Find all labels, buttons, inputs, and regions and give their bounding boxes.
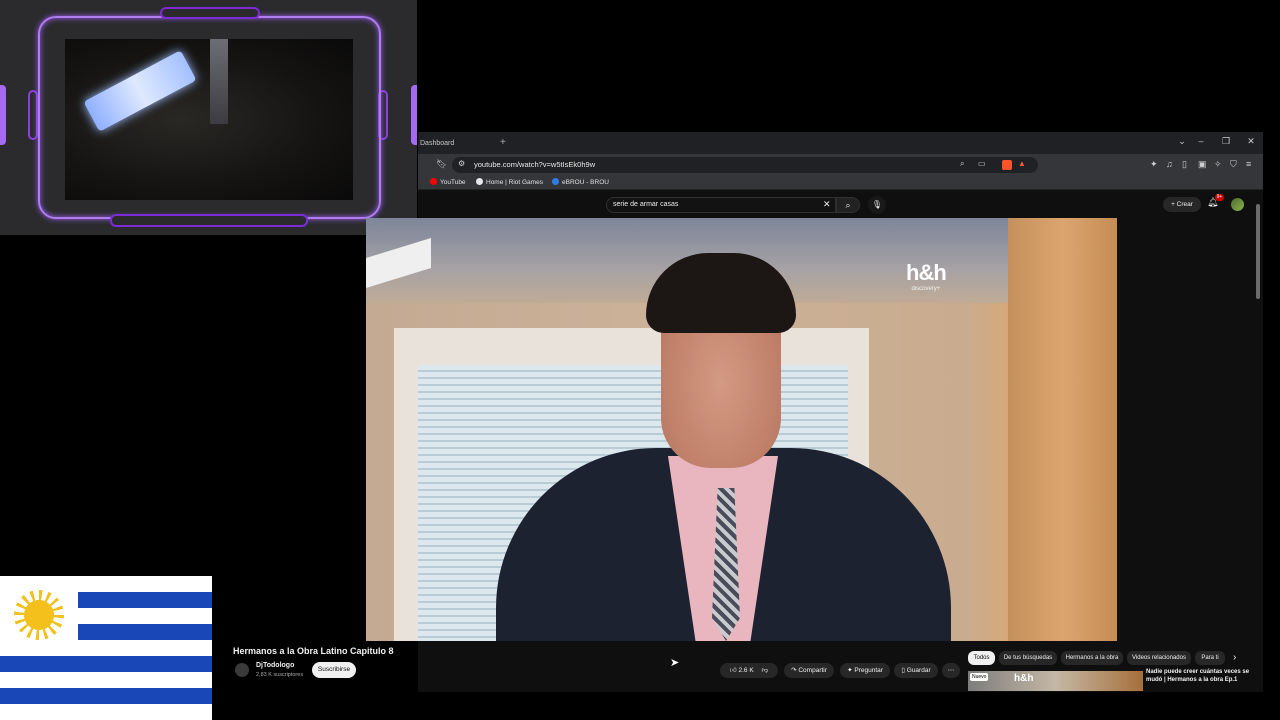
overlay-side-accent-left — [0, 85, 6, 145]
channel-watermark: h&h discovery+ — [906, 260, 947, 292]
video-scene-wall — [1008, 218, 1117, 641]
flag-stripe — [0, 688, 212, 704]
address-bar[interactable]: ⚙ youtube.com/watch?v=w5tIsEk0h9w ⌕ ▭ ▲ — [452, 157, 1038, 173]
chip-related[interactable]: Videos relacionados — [1127, 651, 1191, 665]
webcam-overlay — [0, 0, 417, 235]
chevron-down-icon[interactable]: ⌄ — [1175, 136, 1189, 147]
like-count[interactable]: 2.6 K — [739, 667, 754, 674]
video-player[interactable]: h&h discovery+ — [366, 218, 1117, 641]
cast-icon[interactable]: ▭ — [978, 159, 986, 168]
search-button[interactable]: ⌕ — [836, 197, 860, 213]
more-icon: ⋯ — [947, 667, 955, 674]
new-badge: Nuevo — [970, 673, 989, 681]
notification-badge: 9+ — [1215, 194, 1224, 201]
new-tab-button[interactable]: + — [500, 137, 506, 148]
ask-button[interactable]: ✦ Preguntar — [840, 663, 890, 678]
chip-hermanos[interactable]: Hermanos a la obra — [1061, 651, 1123, 665]
more-button[interactable]: ⋯ — [942, 663, 960, 678]
tab-dashboard[interactable]: Dashboard — [418, 134, 496, 154]
create-label: Crear — [1176, 201, 1193, 208]
brou-icon — [552, 178, 559, 185]
search-input[interactable]: serie de armar casas ✕ — [606, 197, 836, 213]
brave-shield-icon[interactable] — [1002, 160, 1012, 170]
flag-canton — [0, 576, 78, 656]
youtube-header: serie de armar casas ✕ ⌕ 🎙︎ + Crear 🔔︎ 9… — [418, 191, 1263, 218]
bookmark-label: eBROU - BROU — [562, 179, 609, 186]
uruguay-flag — [0, 576, 212, 720]
vpn-icon[interactable]: ⛉ — [1230, 159, 1237, 170]
wallet-icon[interactable]: ▣ — [1198, 159, 1207, 170]
bookmark-label: YouTube — [440, 179, 466, 186]
mouse-cursor-icon: ➤ — [670, 657, 680, 669]
tab-strip: Dashboard + ⌄ – ❐ ✕ — [418, 132, 1263, 154]
create-button[interactable]: + Crear — [1163, 197, 1201, 212]
youtube-icon — [430, 178, 437, 185]
browser-toolbar: 🔖︎ ⚙ youtube.com/watch?v=w5tIsEk0h9w ⌕ ▭… — [418, 154, 1263, 176]
webcam-keyboard — [83, 50, 197, 132]
search-value: serie de armar casas — [613, 201, 679, 208]
riot-icon — [476, 178, 483, 185]
clear-icon[interactable]: ✕ — [823, 199, 831, 210]
voice-search-button[interactable]: 🎙︎ — [868, 196, 886, 214]
save-label: Guardar — [906, 667, 931, 674]
chip-all[interactable]: Todos — [968, 651, 995, 665]
webcam-monitor-edge — [210, 39, 228, 124]
webcam-feed — [65, 39, 353, 200]
close-icon[interactable]: ✕ — [1244, 136, 1258, 147]
channel-avatar[interactable] — [235, 663, 249, 677]
like-icon[interactable]: 👍︎ — [730, 667, 739, 674]
overlay-side-accent-right — [411, 85, 417, 145]
subscribe-button[interactable]: Suscribirse — [312, 662, 356, 678]
ai-icon[interactable]: ✧ — [1214, 159, 1222, 170]
channel-name[interactable]: DjTodologo — [256, 662, 294, 669]
thumbnail-logo: h&h — [1014, 673, 1034, 684]
ask-label: Preguntar — [854, 667, 883, 674]
dislike-icon[interactable]: 👎︎ — [762, 667, 769, 674]
mic-icon: 🎙︎ — [871, 200, 883, 209]
video-title: Hermanos a la Obra Latino Capitulo 8 — [233, 646, 394, 656]
flag-stripe — [0, 656, 212, 672]
like-dislike-group: 👍︎ 2.6 K 👎︎ — [720, 663, 778, 678]
extensions-icon[interactable]: ✦ — [1150, 159, 1158, 170]
url-text: youtube.com/watch?v=w5tIsEk0h9w — [474, 160, 596, 169]
sun-of-may-icon — [14, 590, 64, 640]
overlay-bottom-bar — [110, 214, 308, 227]
bookmark-riot-games[interactable]: Home | Riot Games — [476, 178, 543, 186]
recommendation-title[interactable]: Nadie puede creer cuántas veces se mudó … — [1146, 669, 1250, 684]
restore-icon[interactable]: ❐ — [1219, 136, 1233, 147]
watermark-sub: discovery+ — [911, 286, 941, 292]
share-label: Compartir — [798, 667, 827, 674]
sidebar-icon[interactable]: ▯ — [1182, 159, 1187, 170]
music-icon[interactable]: ♫ — [1166, 159, 1173, 169]
chevron-right-icon[interactable]: › — [1233, 652, 1236, 663]
overlay-side-bracket-left — [28, 90, 38, 140]
recommendation-thumbnail[interactable]: Nuevo h&h — [968, 671, 1143, 691]
site-info-icon[interactable]: ⚙ — [458, 159, 465, 168]
watermark-logo: h&h — [906, 260, 947, 285]
overlay-top-bar — [160, 7, 260, 19]
brave-rewards-icon[interactable]: ▲ — [1018, 159, 1026, 168]
account-avatar[interactable] — [1231, 198, 1244, 211]
channel-subscribers: 2,83 K suscriptores — [256, 672, 304, 678]
save-button[interactable]: ▯ Guardar — [894, 663, 938, 678]
share-button[interactable]: ↷ Compartir — [784, 663, 834, 678]
search-icon: ⌕ — [845, 200, 851, 210]
page-scrollbar[interactable] — [1256, 204, 1260, 299]
bookmark-icon[interactable]: 🔖︎ — [436, 159, 447, 170]
minimize-icon[interactable]: – — [1194, 136, 1208, 146]
menu-icon[interactable]: ≡ — [1246, 159, 1251, 169]
bookmarks-bar: YouTube Home | Riot Games eBROU - BROU — [418, 176, 1263, 190]
bookmark-ebrou[interactable]: eBROU - BROU — [552, 178, 609, 186]
zoom-icon[interactable]: ⌕ — [960, 159, 964, 169]
bookmark-label: Home | Riot Games — [486, 179, 543, 186]
chip-from-searches[interactable]: De tus búsquedas — [999, 651, 1057, 665]
bookmark-youtube[interactable]: YouTube — [430, 178, 466, 186]
chip-for-you[interactable]: Para ti — [1195, 651, 1225, 665]
